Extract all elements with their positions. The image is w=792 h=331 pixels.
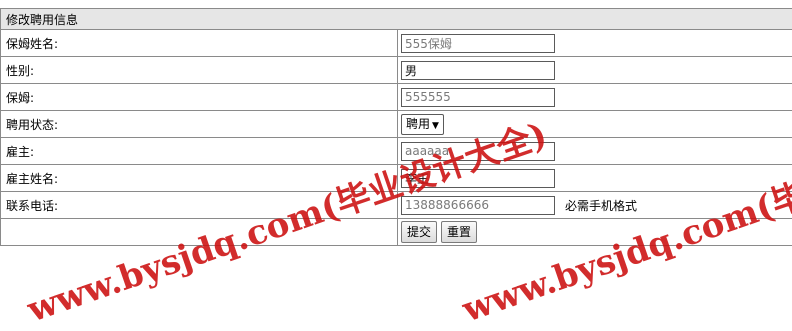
- form-row-employer-name: 雇主姓名:: [1, 165, 792, 192]
- hire-status-select[interactable]: 聘用▼: [401, 114, 444, 135]
- form-row-phone: 联系电话: 必需手机格式: [1, 192, 792, 219]
- edit-hire-form: 修改聘用信息 保姆姓名: 性别: 保姆: 聘用状态: 聘用▼ 雇主: 雇主姓名:…: [0, 8, 792, 246]
- nanny-input[interactable]: [401, 88, 555, 107]
- form-row-nanny: 保姆:: [1, 84, 792, 111]
- chevron-down-icon: ▼: [432, 121, 439, 131]
- phone-label: 联系电话:: [1, 192, 398, 219]
- reset-button[interactable]: 重置: [441, 221, 477, 243]
- phone-format-hint: 必需手机格式: [565, 199, 637, 213]
- form-row-employer: 雇主:: [1, 138, 792, 165]
- employer-name-input[interactable]: [401, 169, 555, 188]
- actions-spacer: [1, 219, 398, 246]
- submit-button[interactable]: 提交: [401, 221, 437, 243]
- nanny-name-input[interactable]: [401, 34, 555, 53]
- form-row-hire-status: 聘用状态: 聘用▼: [1, 111, 792, 138]
- hire-status-label: 聘用状态:: [1, 111, 398, 138]
- phone-input[interactable]: [401, 196, 555, 215]
- form-row-gender: 性别:: [1, 57, 792, 84]
- form-title: 修改聘用信息: [1, 9, 792, 30]
- employer-input[interactable]: [401, 142, 555, 161]
- form-row-actions: 提交重置: [1, 219, 792, 246]
- nanny-label: 保姆:: [1, 84, 398, 111]
- employer-label: 雇主:: [1, 138, 398, 165]
- employer-name-label: 雇主姓名:: [1, 165, 398, 192]
- hire-status-value: 聘用: [406, 117, 430, 131]
- form-header-row: 修改聘用信息: [1, 9, 792, 30]
- form-row-nanny-name: 保姆姓名:: [1, 30, 792, 57]
- gender-label: 性别:: [1, 57, 398, 84]
- gender-input[interactable]: [401, 61, 555, 80]
- nanny-name-label: 保姆姓名:: [1, 30, 398, 57]
